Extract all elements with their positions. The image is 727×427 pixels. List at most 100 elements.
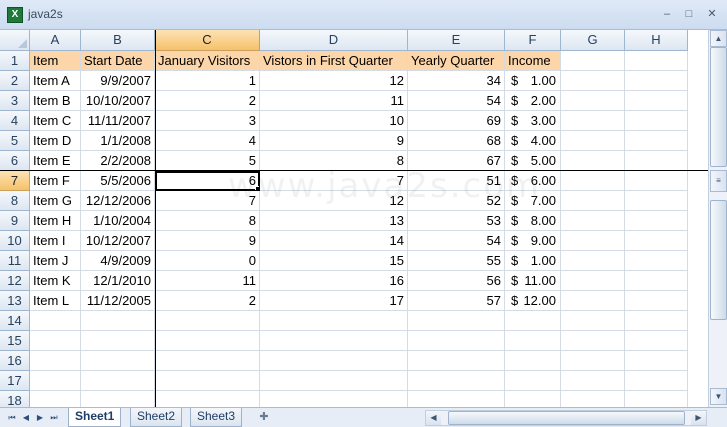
scroll-down-icon[interactable]: ▼	[710, 388, 727, 405]
cell[interactable]: 9	[260, 131, 408, 151]
cell[interactable]: 12	[260, 71, 408, 91]
vertical-scroll-thumb-top[interactable]	[710, 47, 727, 167]
cell[interactable]	[561, 151, 625, 171]
cell[interactable]: 0	[155, 251, 260, 271]
cell[interactable]: 10/12/2007	[81, 231, 155, 251]
cell[interactable]	[505, 371, 561, 391]
cell[interactable]	[625, 111, 688, 131]
row-header[interactable]: 4	[0, 111, 30, 131]
cell[interactable]: 34	[408, 71, 505, 91]
cell[interactable]	[30, 351, 81, 371]
cell[interactable]: Item K	[30, 271, 81, 291]
income-cell[interactable]: $2.00	[505, 91, 561, 111]
next-sheet-icon[interactable]: ▶	[34, 411, 46, 424]
cell[interactable]: Item L	[30, 291, 81, 311]
tab-sheet1[interactable]: Sheet1	[68, 408, 122, 427]
vertical-scrollbar[interactable]: ▲ ≡ ▼	[708, 30, 727, 407]
cell[interactable]: 9/9/2007	[81, 71, 155, 91]
income-cell[interactable]: $11.00	[505, 271, 561, 291]
cell[interactable]	[561, 351, 625, 371]
cell[interactable]	[561, 191, 625, 211]
split-handle-icon[interactable]: ≡	[710, 170, 727, 192]
cell[interactable]	[561, 211, 625, 231]
maximize-button[interactable]: □	[680, 6, 698, 22]
prev-sheet-icon[interactable]: ◀	[20, 411, 32, 424]
cell[interactable]: 12/12/2006	[81, 191, 155, 211]
row-header[interactable]: 3	[0, 91, 30, 111]
cell[interactable]	[625, 51, 688, 71]
cell[interactable]: 14	[260, 231, 408, 251]
cell[interactable]: 1/10/2004	[81, 211, 155, 231]
cell[interactable]: 56	[408, 271, 505, 291]
cell[interactable]	[561, 291, 625, 311]
cell[interactable]: 15	[260, 251, 408, 271]
header-cell[interactable]: January Visitors	[155, 51, 260, 71]
cell[interactable]: 5/5/2006	[81, 171, 155, 191]
active-cell[interactable]: 6	[155, 171, 260, 191]
cell[interactable]	[30, 371, 81, 391]
row-header[interactable]: 2	[0, 71, 30, 91]
cell[interactable]: 13	[260, 211, 408, 231]
cell[interactable]	[30, 331, 81, 351]
cell[interactable]: Item G	[30, 191, 81, 211]
cell[interactable]: 11/11/2007	[81, 111, 155, 131]
row-header[interactable]: 8	[0, 191, 30, 211]
cell[interactable]: 54	[408, 91, 505, 111]
row-header[interactable]: 9	[0, 211, 30, 231]
scroll-left-icon[interactable]: ◀	[426, 411, 441, 425]
row-header[interactable]: 17	[0, 371, 30, 391]
first-sheet-icon[interactable]: ⏮	[6, 411, 18, 424]
cell[interactable]: 12/1/2010	[81, 271, 155, 291]
header-cell[interactable]: Start Date	[81, 51, 155, 71]
cell[interactable]: 16	[260, 271, 408, 291]
cell[interactable]	[561, 71, 625, 91]
select-all-corner[interactable]	[0, 30, 30, 51]
cell[interactable]: Item D	[30, 131, 81, 151]
cell[interactable]	[155, 331, 260, 351]
cell[interactable]	[625, 91, 688, 111]
cell[interactable]: 4/9/2009	[81, 251, 155, 271]
cell[interactable]: Item F	[30, 171, 81, 191]
cell[interactable]	[561, 51, 625, 71]
cell[interactable]	[625, 71, 688, 91]
cell[interactable]	[155, 351, 260, 371]
cell[interactable]: 11	[260, 91, 408, 111]
income-cell[interactable]: $3.00	[505, 111, 561, 131]
income-cell[interactable]: $8.00	[505, 211, 561, 231]
cell[interactable]	[30, 311, 81, 331]
cell[interactable]: 1/1/2008	[81, 131, 155, 151]
column-header-g[interactable]: G	[561, 30, 625, 51]
cell[interactable]	[260, 371, 408, 391]
cell[interactable]: 7	[260, 171, 408, 191]
cell[interactable]	[260, 311, 408, 331]
vertical-scroll-thumb-bottom[interactable]	[710, 200, 727, 320]
header-cell[interactable]: Income	[505, 51, 561, 71]
cell[interactable]	[625, 231, 688, 251]
cell[interactable]: 5	[155, 151, 260, 171]
header-cell[interactable]: Item	[30, 51, 81, 71]
insert-sheet-icon[interactable]: ✚	[255, 409, 273, 425]
cell[interactable]: 69	[408, 111, 505, 131]
cell[interactable]: 57	[408, 291, 505, 311]
cell[interactable]	[81, 311, 155, 331]
cell[interactable]	[81, 371, 155, 391]
cell[interactable]	[408, 331, 505, 351]
cell[interactable]: 55	[408, 251, 505, 271]
cell[interactable]	[155, 311, 260, 331]
cell[interactable]	[408, 311, 505, 331]
cell[interactable]: Item I	[30, 231, 81, 251]
header-cell[interactable]: Yearly Quarter	[408, 51, 505, 71]
cell[interactable]: 4	[155, 131, 260, 151]
cell[interactable]: 8	[260, 151, 408, 171]
cell[interactable]: 3	[155, 111, 260, 131]
income-cell[interactable]: $1.00	[505, 71, 561, 91]
cell[interactable]	[625, 131, 688, 151]
cell[interactable]	[81, 351, 155, 371]
column-header-e[interactable]: E	[408, 30, 505, 51]
cell[interactable]: 8	[155, 211, 260, 231]
cell[interactable]: 2/2/2008	[81, 151, 155, 171]
horizontal-scrollbar[interactable]: ◀ ▶	[425, 410, 707, 426]
cell[interactable]: 2	[155, 91, 260, 111]
last-sheet-icon[interactable]: ⏭	[48, 411, 60, 424]
cell[interactable]: 2	[155, 291, 260, 311]
